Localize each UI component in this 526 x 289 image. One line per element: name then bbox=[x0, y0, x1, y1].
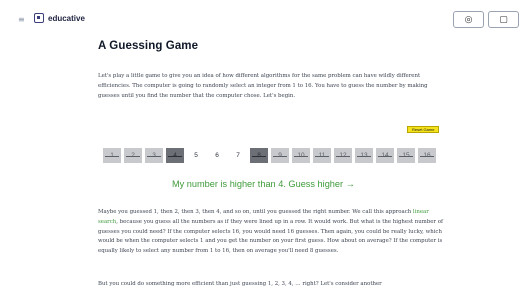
educative-logo-icon bbox=[34, 13, 44, 23]
hint-message: My number is higher than 4. Guess higher… bbox=[172, 179, 355, 189]
number-tile-8[interactable]: 8 bbox=[250, 148, 268, 163]
number-tile-14[interactable]: 14 bbox=[376, 148, 394, 163]
number-tile-12[interactable]: 12 bbox=[334, 148, 352, 163]
window-icon: ▢ bbox=[499, 14, 508, 25]
logo-text: educative bbox=[48, 13, 85, 23]
number-tile-15[interactable]: 15 bbox=[397, 148, 415, 163]
p2-text-after: , because you guess all the numbers as i… bbox=[98, 218, 443, 255]
number-tile-10[interactable]: 10 bbox=[292, 148, 310, 163]
target-icon: ◎ bbox=[464, 14, 473, 25]
number-tile-16[interactable]: 16 bbox=[418, 148, 436, 163]
number-tile-2[interactable]: 2 bbox=[124, 148, 142, 163]
number-tile-4[interactable]: 4 bbox=[166, 148, 184, 163]
page-title: A Guessing Game bbox=[98, 40, 199, 52]
intro-paragraph: Let's play a little game to give you an … bbox=[98, 73, 428, 99]
article-content: A Guessing Game Let's play a little game… bbox=[98, 40, 448, 99]
window-button[interactable]: ▢ bbox=[488, 11, 519, 28]
number-tile-5[interactable]: 5 bbox=[187, 148, 205, 163]
number-tile-6[interactable]: 6 bbox=[208, 148, 226, 163]
next-paragraph: But you could do something more efficien… bbox=[98, 281, 382, 287]
number-tile-9[interactable]: 9 bbox=[271, 148, 289, 163]
reset-game-button[interactable]: Reset Game bbox=[407, 126, 440, 133]
number-tiles: 1 2 3 4 5 6 7 8 9 10 11 12 13 14 15 16 bbox=[103, 148, 436, 163]
linear-search-paragraph: Maybe you guessed 1, then 2, then 3, the… bbox=[98, 208, 448, 257]
target-button[interactable]: ◎ bbox=[453, 11, 484, 28]
hamburger-icon[interactable]: ≡ bbox=[18, 16, 25, 24]
number-tile-7[interactable]: 7 bbox=[229, 148, 247, 163]
number-tile-1[interactable]: 1 bbox=[103, 148, 121, 163]
p2-text-before: Maybe you guessed 1, then 2, then 3, the… bbox=[98, 209, 413, 215]
top-bar: ≡ educative ◎ ▢ bbox=[0, 0, 526, 30]
logo[interactable]: educative bbox=[34, 13, 85, 23]
number-tile-3[interactable]: 3 bbox=[145, 148, 163, 163]
number-tile-13[interactable]: 13 bbox=[355, 148, 373, 163]
number-tile-11[interactable]: 11 bbox=[313, 148, 331, 163]
